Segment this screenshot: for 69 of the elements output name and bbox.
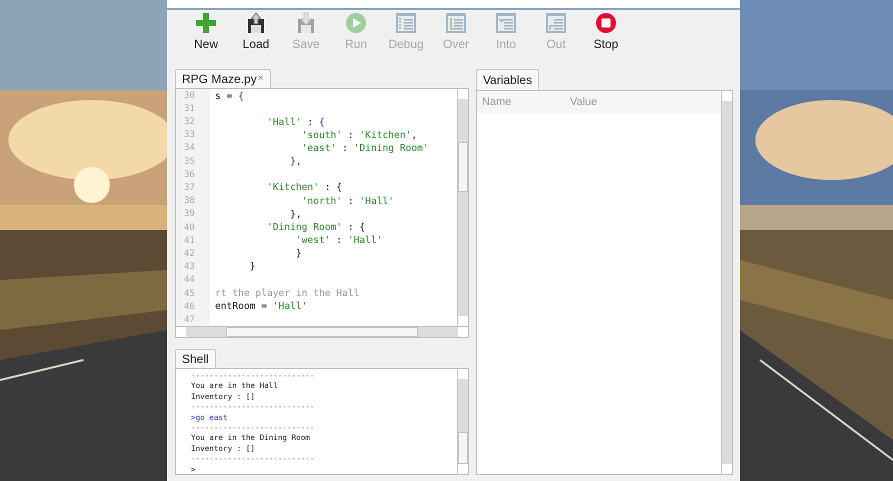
code-text: {	[238, 90, 244, 102]
play-icon	[345, 12, 367, 34]
code-editor[interactable]	[175, 88, 469, 327]
debug-window-icon	[395, 12, 417, 34]
line-number: 46	[183, 300, 196, 314]
code-text: 'south'	[300, 130, 342, 141]
debug-window-icon	[545, 12, 567, 34]
horizontal-scrollbar[interactable]	[175, 326, 469, 338]
line-number: 31	[183, 102, 196, 116]
vertical-scrollbar[interactable]	[456, 88, 468, 326]
code-text: 'Kitchen'	[266, 182, 319, 194]
vertical-scrollbar[interactable]	[721, 90, 732, 474]
line-number: 41	[183, 234, 196, 248]
stop-icon	[595, 12, 617, 34]
line-number: 38	[183, 195, 196, 208]
column-header[interactable]: Value	[570, 96, 658, 108]
code-text: }	[248, 261, 256, 272]
line-number: 44	[183, 274, 196, 288]
line-number: 42	[183, 248, 196, 261]
code-text: 'Hall'	[359, 196, 394, 207]
code-text: 'Hall'	[272, 300, 308, 312]
toolbar-button[interactable]: Load	[231, 12, 281, 69]
code-text: }	[294, 248, 302, 260]
code-text: 'Hall'	[348, 235, 383, 246]
line-number: 36	[183, 168, 196, 182]
vertical-scrollbar[interactable]	[456, 369, 468, 474]
line-number: 45	[183, 288, 196, 301]
toolbar-button[interactable]: Stop	[581, 12, 631, 69]
variables-tab[interactable]: Variables	[476, 69, 540, 90]
code-text: 'Kitchen'	[359, 130, 412, 141]
line-number: 30	[183, 90, 196, 103]
shell-tab[interactable]: Shell	[175, 349, 216, 368]
code-text: {	[318, 116, 325, 128]
debug-window-icon	[495, 12, 517, 34]
plus-icon	[195, 12, 217, 34]
code-text: 'Dining Room'	[354, 143, 429, 154]
line-number: 43	[183, 261, 196, 274]
code-text: 'north'	[300, 196, 342, 207]
floppy-disk-icon	[246, 12, 266, 34]
code-text: ,	[411, 130, 418, 141]
code-text: :	[341, 143, 349, 154]
debug-window-icon	[445, 12, 467, 34]
code-text: 'west'	[294, 235, 331, 246]
code-text: :	[306, 116, 314, 128]
code-text: s =	[215, 90, 234, 102]
floppy-disk-icon	[296, 12, 316, 34]
line-number: 33	[183, 129, 196, 142]
code-text: :	[346, 196, 355, 207]
code-text: :	[335, 235, 344, 246]
code-text: entRoom =	[215, 300, 268, 312]
code-text: 'east'	[300, 143, 336, 154]
line-number: 40	[183, 222, 196, 235]
code-text: 'Dining Room'	[266, 222, 342, 233]
code-text: : {	[346, 222, 366, 233]
code-text: :	[346, 130, 355, 141]
code-text: : {	[324, 182, 342, 194]
column-header[interactable]: Name	[482, 96, 570, 108]
line-number: 35	[183, 156, 196, 169]
toolbar-button[interactable]: New	[181, 12, 231, 69]
code-text: 'Hall'	[266, 116, 302, 128]
line-number: 34	[183, 142, 196, 156]
line-number: 47	[183, 314, 196, 327]
code-text: },	[289, 156, 302, 168]
line-number: 37	[183, 182, 196, 196]
editor-tab[interactable]: RPG Maze.py×	[175, 69, 271, 88]
line-number: 32	[183, 116, 196, 130]
line-number: 39	[183, 208, 196, 222]
code-text: rt the player in the Hall	[215, 288, 360, 299]
code-text: },	[289, 208, 302, 220]
